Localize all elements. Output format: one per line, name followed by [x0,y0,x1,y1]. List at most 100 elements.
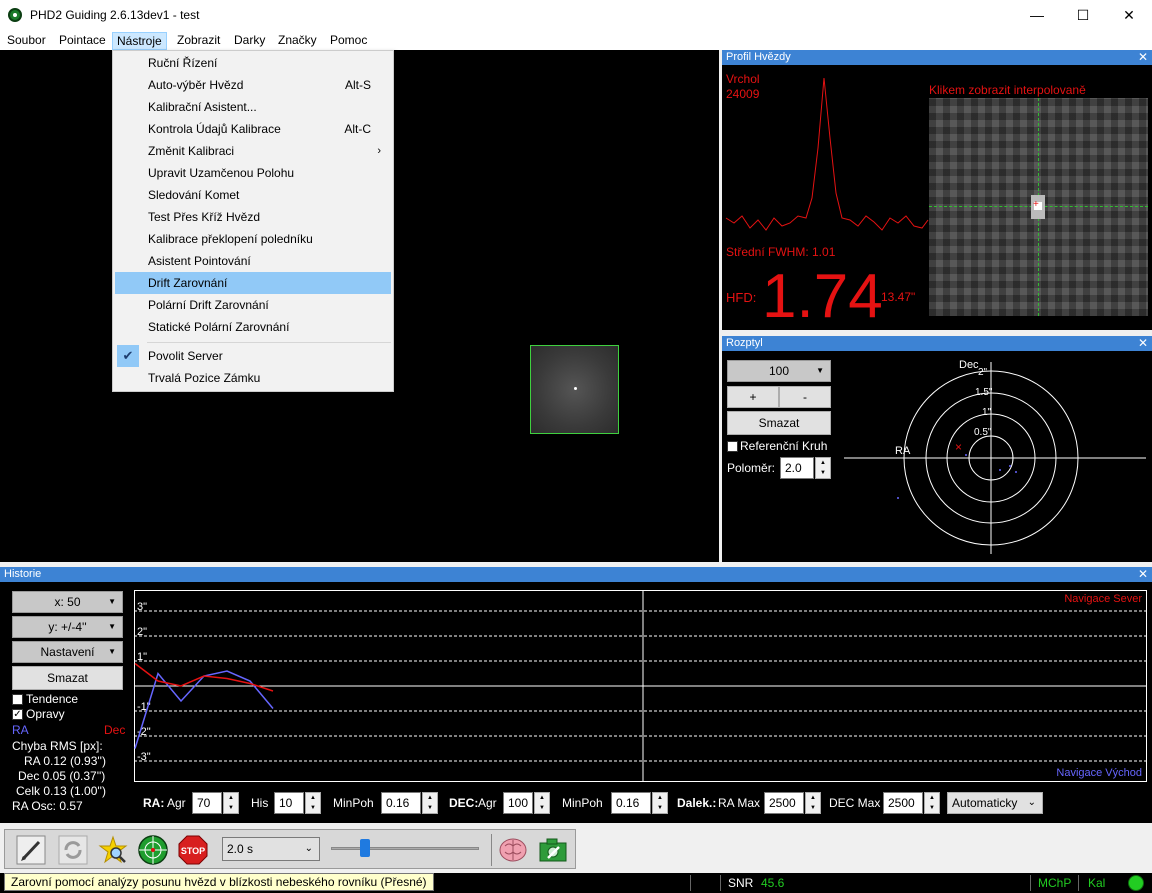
maximize-button[interactable]: ☐ [1060,0,1106,30]
select-value: Automaticky [952,796,1018,810]
zoom-in-button[interactable]: + [727,386,779,408]
crosshair-target-icon [138,835,168,865]
max-duration-label: Dalek.: [677,796,717,810]
ra-max-spinner[interactable]: ▲ ▼ [805,792,821,814]
chevron-down-icon: ⌄ [1027,797,1036,808]
menu-pointace[interactable]: Pointace [55,32,110,50]
dec-minpoh-input[interactable]: 0.16 [611,792,651,814]
ra-his-label: His [251,796,269,810]
scatter-panel: Rozptyl ✕ 100 ▼ + - Smazat Referenční Kru… [722,336,1152,562]
chevron-down-icon: ▼ [816,366,824,375]
menu-item-adjust-lock[interactable]: Upravit Uzamčenou Polohu [115,162,391,184]
chevron-down-icon: ▼ [108,622,116,631]
menu-item-modify-calibration[interactable]: Změnit Kalibraci › [115,140,391,162]
menu-item-enable-server[interactable]: ✔ Povolit Server [115,345,391,367]
scatter-clear-button[interactable]: Smazat [727,411,831,435]
star-zoom-image[interactable]: + [929,98,1148,316]
guide-button[interactable] [137,834,169,866]
menu-item-static-polar-align[interactable]: Statické Polární Zarovnání [115,316,391,338]
menu-item-manual-guide[interactable]: Ruční Řízení [115,52,391,74]
close-icon[interactable]: ✕ [1138,567,1148,582]
stop-button[interactable]: STOP [177,834,209,866]
ring-label: 1.5" [975,387,993,398]
slider-thumb[interactable] [360,839,370,857]
scatter-scale-select[interactable]: 100 ▼ [727,360,831,382]
slider-track [331,847,479,850]
dec-agr-spinner[interactable]: ▲ ▼ [534,792,550,814]
menu-item-guiding-assistant[interactable]: Asistent Pointování [115,250,391,272]
status-divider [1078,875,1079,891]
dec-minpoh-spinner[interactable]: ▲ ▼ [652,792,668,814]
menu-item-label: Test Přes Kříž Hvězd [148,210,261,224]
menu-item-label: Sledování Komet [148,188,240,202]
auto-select-star-button[interactable] [97,834,129,866]
chevron-down-icon: ▼ [108,597,116,606]
ra-his-spinner[interactable]: ▲ ▼ [305,792,321,814]
select-value: Nastavení [40,645,95,659]
camera-settings-button[interactable] [537,834,569,866]
menu-pomoc[interactable]: Pomoc [326,32,371,50]
menu-znacky[interactable]: Značky [274,32,321,50]
x-scale-select[interactable]: x: 50 ▼ [12,591,123,613]
menu-item-calibration-assistant[interactable]: Kalibrační Asistent... [115,96,391,118]
tools-dropdown-menu: Ruční Řízení Auto-výběr Hvězd Alt-S Kalib… [112,50,394,392]
dec-agr-input[interactable]: 100 [503,792,533,814]
gamma-slider[interactable] [323,837,487,861]
menu-item-meridian-flip-calibration[interactable]: Kalibrace překlopení poledníku [115,228,391,250]
status-divider [720,875,721,891]
menu-item-comet-tracking[interactable]: Sledování Komet [115,184,391,206]
dec-max-spinner[interactable]: ▲ ▼ [924,792,940,814]
ra-his-input[interactable]: 10 [274,792,304,814]
trend-checkbox[interactable] [12,694,23,705]
ra-agr-spinner[interactable]: ▲ ▼ [223,792,239,814]
ra-axis-label: RA [895,445,911,457]
corrections-label: Opravy [26,707,65,721]
status-divider [1030,875,1031,891]
ref-circle-checkbox[interactable] [727,441,738,452]
menu-item-label: Kalibrační Asistent... [148,100,257,114]
corrections-checkbox[interactable]: ✓ [12,709,23,720]
ra-legend: RA [12,723,29,737]
brain-icon [499,838,527,862]
close-icon[interactable]: ✕ [1138,336,1148,351]
menu-item-sticky-lock[interactable]: Trvalá Pozice Zámku [115,367,391,389]
hfd-label: HFD: [726,290,757,305]
menu-item-label: Kontrola Údajů Kalibrace [148,122,281,136]
ra-agr-input[interactable]: 70 [192,792,222,814]
menu-item-polar-drift-align[interactable]: Polární Drift Zarovnání [115,294,391,316]
dec-max-input[interactable]: 2500 [883,792,923,814]
radius-input[interactable]: 2.0 [780,457,814,479]
menu-nastroje[interactable]: Nástroje [112,32,167,50]
close-button[interactable]: ✕ [1106,0,1152,30]
radius-spinner[interactable]: ▲ ▼ [815,457,831,479]
menu-item-label: Ruční Řízení [148,56,218,70]
y-scale-select[interactable]: y: +/-4'' ▼ [12,616,123,638]
loop-button[interactable] [57,834,89,866]
menu-item-label: Kalibrace překlopení poledníku [148,232,313,246]
close-icon[interactable]: ✕ [1138,50,1148,65]
menu-item-review-calibration[interactable]: Kontrola Údajů Kalibrace Alt-C [115,118,391,140]
menu-item-star-cross-test[interactable]: Test Přes Kříž Hvězd [115,206,391,228]
exposure-select[interactable]: 2.0 s ⌄ [222,837,320,861]
connect-gear-button[interactable] [15,834,47,866]
menu-item-drift-align[interactable]: Drift Zarovnání [115,272,391,294]
ra-minpoh-input[interactable]: 0.16 [381,792,421,814]
dec-axis-label: Dec [959,359,979,371]
menu-darky[interactable]: Darky [230,32,269,50]
north-label: Navigace Sever [1064,593,1142,605]
hfd-arcsec: 13.47" [881,290,916,304]
menu-soubor[interactable]: Soubor [3,32,50,50]
ra-max-input[interactable]: 2500 [764,792,804,814]
ra-minpoh-spinner[interactable]: ▲ ▼ [422,792,438,814]
ring-label: 1" [982,407,992,418]
zoom-out-button[interactable]: - [779,386,831,408]
camera-wrench-icon [539,838,567,862]
menu-item-auto-select[interactable]: Auto-výběr Hvězd Alt-S [115,74,391,96]
minimize-button[interactable]: — [1014,0,1060,30]
brain-settings-button[interactable] [497,834,529,866]
history-settings-select[interactable]: Nastavení ▼ [12,641,123,663]
menu-zobrazit[interactable]: Zobrazit [173,32,224,50]
dec-mode-select[interactable]: Automaticky ⌄ [947,792,1043,814]
history-clear-button[interactable]: Smazat [12,666,123,690]
interpolate-hint[interactable]: Klikem zobrazit interpolovaně [929,83,1086,97]
